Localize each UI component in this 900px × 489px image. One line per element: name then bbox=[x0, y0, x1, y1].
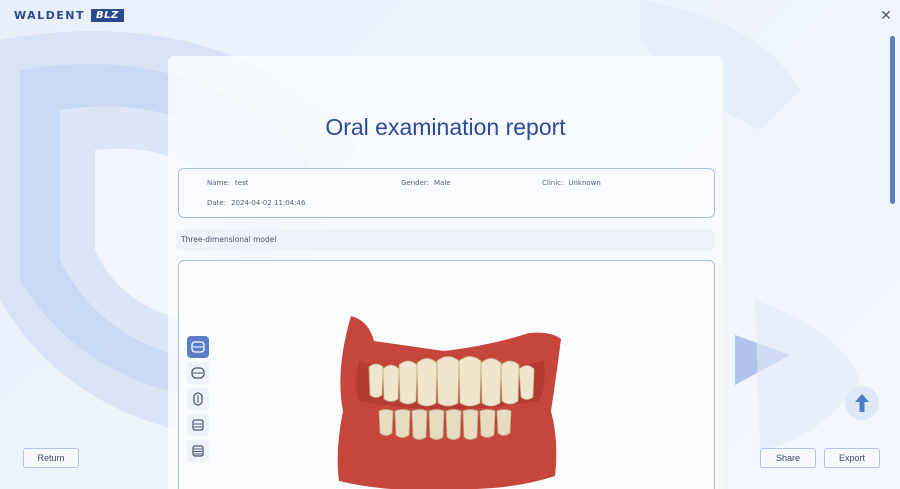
return-button[interactable]: Return bbox=[23, 448, 79, 468]
gender-value: Male bbox=[434, 179, 451, 187]
brand-logo: WALDENT BLZ bbox=[14, 9, 124, 22]
name-value: test bbox=[235, 179, 249, 187]
brand-name: WALDENT bbox=[14, 9, 86, 22]
patient-clinic: Clinic: Unknown bbox=[542, 179, 601, 187]
clinic-value: Unknown bbox=[568, 179, 601, 187]
brand-badge: BLZ bbox=[91, 9, 124, 22]
front-view-icon[interactable] bbox=[187, 336, 209, 358]
patient-info-box: Name: test Gender: Male Clinic: Unknown Dat… bbox=[178, 168, 715, 218]
side-view-icon[interactable] bbox=[187, 388, 209, 410]
scrollbar-thumb[interactable] bbox=[890, 36, 895, 204]
report-window: WALDENT BLZ ✕ Oral examination report Na… bbox=[0, 0, 900, 489]
exam-date: Date: 2024-04-02 11:04:46 bbox=[207, 199, 305, 207]
page-title: Oral examination report bbox=[325, 114, 566, 140]
view-toolbar bbox=[187, 336, 209, 462]
clinic-label: Clinic: bbox=[542, 179, 564, 187]
upper-jaw-icon[interactable] bbox=[187, 362, 209, 384]
share-button[interactable]: Share bbox=[760, 448, 816, 468]
close-icon[interactable]: ✕ bbox=[878, 8, 894, 24]
dental-3d-model[interactable] bbox=[329, 301, 569, 489]
model-viewer[interactable] bbox=[178, 260, 715, 489]
lower-jaw-icon[interactable] bbox=[187, 414, 209, 436]
date-value: 2024-04-02 11:04:46 bbox=[231, 199, 306, 207]
arrow-up-icon[interactable] bbox=[845, 386, 879, 420]
patient-gender: Gender: Male bbox=[401, 179, 451, 187]
name-label: Name: bbox=[207, 179, 231, 187]
gender-label: Gender: bbox=[401, 179, 430, 187]
occlusion-view-icon[interactable] bbox=[187, 440, 209, 462]
report-panel: Oral examination report Name: test Gender… bbox=[168, 56, 723, 489]
patient-name: Name: test bbox=[207, 179, 248, 187]
date-label: Date: bbox=[207, 199, 227, 207]
section-header: Three-dimensional model bbox=[176, 230, 715, 250]
export-button[interactable]: Export bbox=[824, 448, 880, 468]
